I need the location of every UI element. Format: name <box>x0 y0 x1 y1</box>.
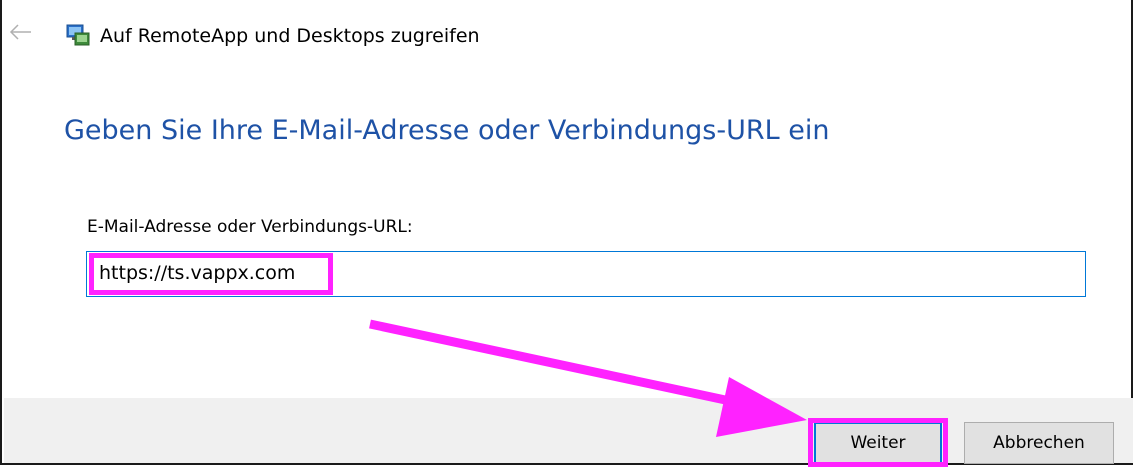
url-input[interactable]: https://ts.vappx.com <box>86 251 1086 297</box>
window-title: Auf RemoteApp und Desktops zugreifen <box>100 25 480 47</box>
cancel-button[interactable]: Abbrechen <box>964 422 1114 464</box>
arrow-left-icon[interactable] <box>8 20 34 44</box>
wizard-window: Auf RemoteApp und Desktops zugreifen Geb… <box>0 0 1133 467</box>
url-input-value: https://ts.vappx.com <box>99 262 296 284</box>
page-heading: Geben Sie Ihre E-Mail-Adresse oder Verbi… <box>64 115 830 146</box>
next-button[interactable]: Weiter <box>814 422 942 464</box>
url-field-label: E-Mail-Adresse oder Verbindungs-URL: <box>87 217 413 237</box>
remoteapp-icon <box>66 24 90 46</box>
